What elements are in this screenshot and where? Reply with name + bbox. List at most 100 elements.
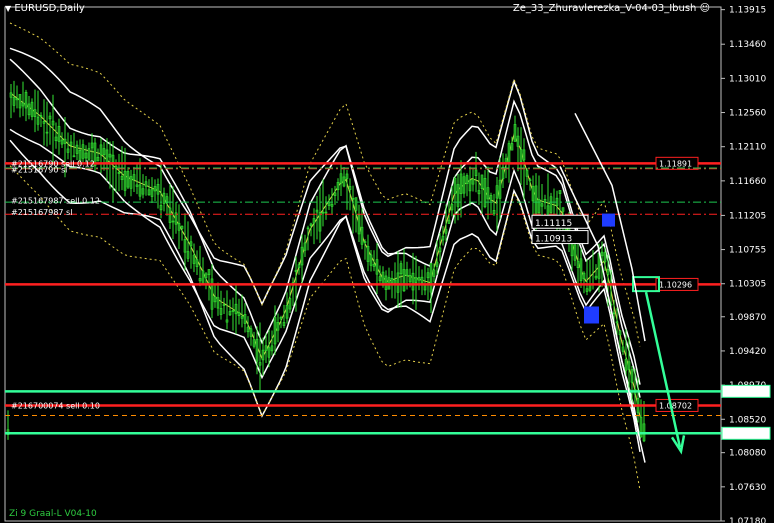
candle-body xyxy=(129,176,133,189)
candle-body xyxy=(351,197,355,200)
candle-body xyxy=(72,155,76,158)
candle-body xyxy=(189,241,193,247)
candle-body xyxy=(384,275,388,290)
candle-body xyxy=(81,144,85,159)
indicator-label: Ze_33_Zhuravlerezka_V-04-03_Ibush ☺ xyxy=(512,3,710,14)
candle-body xyxy=(264,345,268,351)
candle-body xyxy=(150,188,154,197)
candle-body xyxy=(42,120,46,124)
candle-body xyxy=(627,361,631,370)
candle-body xyxy=(603,252,607,263)
candle-body xyxy=(114,165,118,169)
candle-body xyxy=(240,316,244,319)
candle-body xyxy=(198,278,202,282)
candle-body xyxy=(471,178,475,185)
candle-body xyxy=(156,184,160,195)
candle-body xyxy=(162,192,166,204)
candle-body xyxy=(399,263,403,275)
price-tick-label: 1.10755 xyxy=(729,246,766,256)
candle-body xyxy=(297,264,301,268)
candle-body xyxy=(507,143,511,163)
candle-body xyxy=(12,97,16,106)
candle-body xyxy=(273,317,277,345)
candle-body xyxy=(126,171,130,188)
candle-body xyxy=(336,182,340,191)
price-tick-label: 1.11660 xyxy=(729,177,766,187)
price-tick-label: 1.13460 xyxy=(729,40,766,50)
candle-body xyxy=(18,94,22,109)
candle-body xyxy=(327,202,331,206)
candle-body xyxy=(120,175,124,180)
candle-body xyxy=(201,270,205,284)
candle-body xyxy=(375,259,379,275)
candle-body xyxy=(459,173,463,194)
candle-body xyxy=(561,207,565,212)
candle-body xyxy=(252,339,256,347)
candle-body xyxy=(576,261,580,269)
candle-body xyxy=(225,319,229,323)
candle-body xyxy=(45,131,49,134)
candle-body xyxy=(234,303,238,315)
candle-body xyxy=(144,181,148,187)
candle-body xyxy=(585,288,589,292)
candle-body xyxy=(372,264,376,267)
candle-body xyxy=(318,212,322,232)
candle-body xyxy=(465,175,469,184)
candle-body xyxy=(624,358,628,371)
candle-body xyxy=(216,297,220,309)
candle-body xyxy=(30,101,34,117)
candle-body xyxy=(192,254,196,264)
candle-body xyxy=(21,102,25,107)
price-chart[interactable]: 1.13915 1.13460 1.13010 1.12560 1.12110 1.116… xyxy=(0,0,774,523)
candle-body xyxy=(141,188,145,195)
candle-body xyxy=(621,346,625,352)
price-tick-label: 1.13915 xyxy=(729,6,766,16)
price-tick-label: 1.11205 xyxy=(729,211,766,221)
candle-body xyxy=(195,259,199,267)
candle-body xyxy=(9,92,13,98)
candle-body xyxy=(525,169,529,177)
candle-body xyxy=(279,316,283,320)
candle-body xyxy=(237,312,241,317)
price-level-tag-text: 1.11891 xyxy=(659,159,692,168)
candle-body xyxy=(492,210,496,215)
candle-body xyxy=(84,152,88,159)
candle-body xyxy=(288,298,292,310)
candle-body xyxy=(516,135,520,147)
candle-body xyxy=(132,174,136,181)
candle-body xyxy=(24,91,28,109)
candle-body xyxy=(186,251,190,259)
candle-body xyxy=(171,220,175,223)
smiley-icon: ☺ xyxy=(699,3,710,14)
candle-body xyxy=(213,296,217,303)
candle-body xyxy=(285,305,289,319)
candle-body xyxy=(441,235,445,241)
price-level-tag-text: 1.10296 xyxy=(659,280,692,289)
candle-body xyxy=(294,269,298,272)
price-tick-label: 1.12560 xyxy=(729,109,766,119)
candle-body xyxy=(135,184,139,187)
candle-body xyxy=(480,174,484,189)
candle-body xyxy=(600,251,604,257)
candle-body xyxy=(486,187,490,200)
upper-envelope-dotted xyxy=(9,22,641,347)
candle-body xyxy=(456,184,460,207)
candle-body xyxy=(618,330,622,336)
candle-body xyxy=(183,239,187,253)
candle-body xyxy=(450,204,454,211)
candle-body xyxy=(33,109,37,118)
price-tick-label: 1.10305 xyxy=(729,280,766,290)
price-level-tag-text: 1.08702 xyxy=(659,401,692,410)
candle-body xyxy=(522,149,526,161)
chart-window[interactable]: 1.13915 1.13460 1.13010 1.12560 1.12110 1.116… xyxy=(0,0,774,523)
candle-body xyxy=(90,142,94,149)
candle-body xyxy=(615,321,619,324)
candle-body xyxy=(420,276,424,284)
candle-body xyxy=(354,197,358,211)
price-level-tag-text: 1.08888 xyxy=(725,387,758,396)
candle-body xyxy=(366,245,370,262)
candle-body xyxy=(594,275,598,279)
candle-body xyxy=(573,244,577,261)
order-label: #215167987 sl xyxy=(11,208,72,217)
candle-body xyxy=(378,276,382,282)
